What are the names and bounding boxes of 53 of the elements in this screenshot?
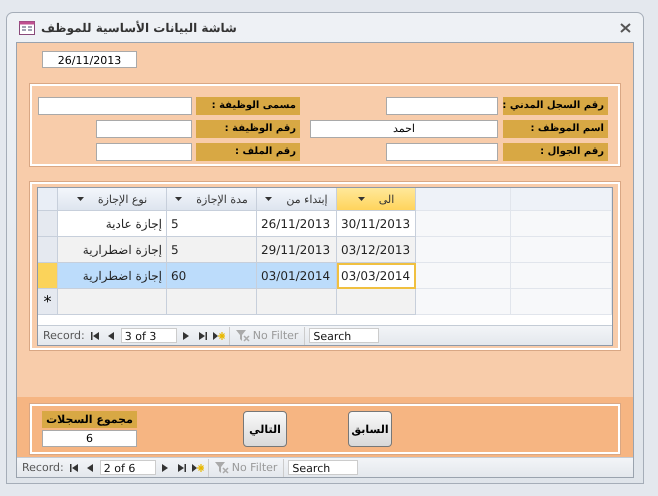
field-label: رقم الملف : xyxy=(196,143,300,161)
search-field[interactable]: Search xyxy=(288,460,358,475)
table-cell: إجازة عادية xyxy=(58,211,167,237)
search-field[interactable]: Search xyxy=(309,328,380,343)
record-position-field[interactable]: 3 of 3 xyxy=(120,328,177,343)
form-icon xyxy=(19,20,35,34)
input-field[interactable] xyxy=(38,97,192,115)
total-label: مجموع السجلات xyxy=(42,411,137,428)
table-cell: 03/12/2013 xyxy=(337,237,416,263)
editing-cell[interactable]: 03/03/2014 xyxy=(337,263,416,289)
input-field[interactable]: احمد xyxy=(310,120,498,138)
column-header[interactable]: إبتداء من xyxy=(257,188,337,211)
field-label: اسم الموظف : xyxy=(503,120,608,138)
input-field[interactable] xyxy=(386,143,498,161)
dropdown-caret-icon[interactable] xyxy=(76,197,84,201)
nav-button[interactable]: السابق xyxy=(348,411,392,447)
field-label: رقم الوظيفة : xyxy=(196,120,300,138)
table-cell: 30/11/2013 xyxy=(337,211,416,237)
table-cell: 03/01/2014 xyxy=(257,263,337,289)
new-record-cell[interactable] xyxy=(257,289,337,315)
table-cell: 5 xyxy=(167,237,257,263)
new-record-marker: * xyxy=(38,289,58,315)
record-position-field[interactable]: 2 of 6 xyxy=(100,460,156,475)
new-record-cell[interactable] xyxy=(58,289,167,315)
dropdown-caret-icon[interactable] xyxy=(265,197,272,201)
column-header[interactable]: مدة الإجازة xyxy=(167,188,257,211)
field-label: رقم الجوال : xyxy=(503,143,608,161)
window-title: شاشة البيانات الأساسية للموظف xyxy=(41,20,238,34)
input-field[interactable] xyxy=(386,97,498,115)
field-label: مسمى الوظيفة : xyxy=(196,97,300,115)
table-cell: 60 xyxy=(167,263,257,289)
input-field[interactable] xyxy=(96,120,192,138)
total-field[interactable]: 6 xyxy=(42,430,137,447)
table-cell: إجازة اضطرارية xyxy=(58,237,167,263)
close-icon[interactable] xyxy=(620,22,631,32)
funnel-icon xyxy=(236,330,250,342)
table-cell: 5 xyxy=(167,211,257,237)
input-field[interactable] xyxy=(96,143,192,161)
record-label: Record: xyxy=(43,329,85,342)
table-cell: 26/11/2013 xyxy=(257,211,337,237)
table-cell: 29/11/2013 xyxy=(257,237,337,263)
date-field[interactable]: 26/11/2013 xyxy=(42,51,137,68)
funnel-icon xyxy=(214,462,229,474)
new-record-cell[interactable] xyxy=(337,289,416,315)
field-label: رقم السجل المدني : xyxy=(503,97,608,115)
dropdown-caret-icon[interactable] xyxy=(175,197,182,201)
column-header[interactable]: الى xyxy=(337,188,416,211)
column-header[interactable]: نوع الإجازة xyxy=(58,188,167,211)
new-record-cell[interactable] xyxy=(167,289,257,315)
record-label: Record: xyxy=(22,461,64,474)
table-cell: إجازة اضطرارية xyxy=(58,263,167,289)
dropdown-caret-icon[interactable] xyxy=(358,197,365,201)
nav-button[interactable]: التالي xyxy=(243,411,287,447)
